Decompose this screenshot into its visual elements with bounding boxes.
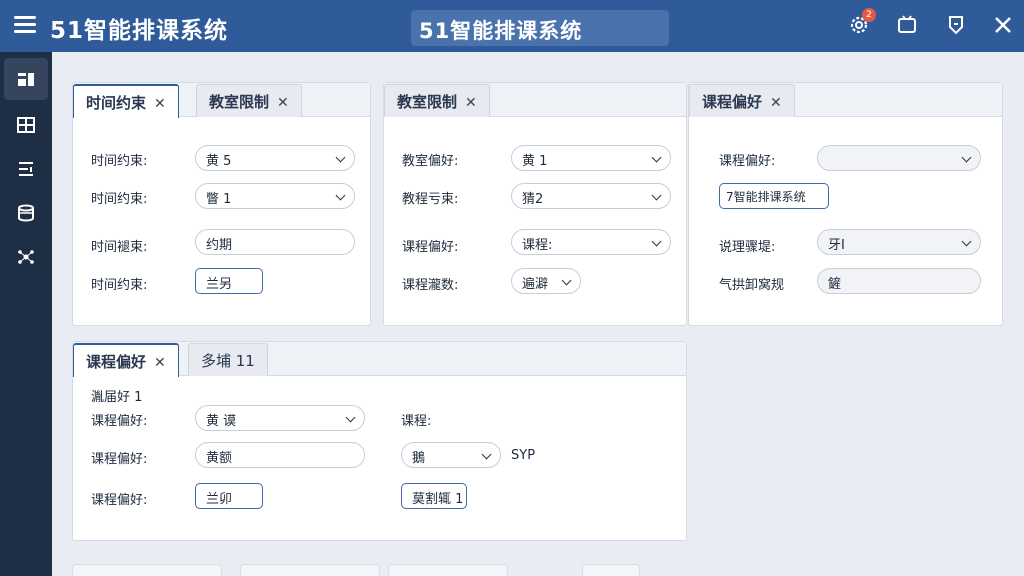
field-label: 时间褪束:: [91, 240, 148, 255]
field-label: 时间约束:: [91, 192, 148, 207]
time-short-input[interactable]: 兰另: [195, 268, 263, 294]
tab-course-preference[interactable]: 课程偏好 ✕: [73, 343, 179, 377]
field-label: 时间约束:: [91, 278, 148, 293]
course-label: 课程:: [401, 414, 432, 429]
chevron-down-icon: [335, 190, 346, 201]
field-label: 课程偏好:: [402, 240, 459, 255]
chevron-down-icon: [481, 449, 492, 460]
time-constraint-panel: 时间约束 ✕ 教室限制 ✕ 时间约束: 黄 5 时间约束: 瞥 1 时间褪束: 约期…: [72, 82, 371, 326]
system-name-button[interactable]: 7智能排课系统: [719, 183, 829, 209]
dashboard-icon[interactable]: [4, 58, 48, 100]
tab-more[interactable]: 多埔 11: [188, 343, 268, 376]
section-note: 湚届好 1: [91, 390, 143, 405]
course-pref-input[interactable]: 黄额: [195, 442, 365, 468]
classroom-select-1[interactable]: 黄 1: [511, 145, 671, 171]
field-label: 课程偏好:: [91, 414, 148, 429]
bottom-control[interactable]: [72, 564, 222, 576]
close-icon[interactable]: [991, 13, 1015, 37]
option-input[interactable]: 鏟: [817, 268, 981, 294]
time-select-1[interactable]: 黄 5: [195, 145, 355, 171]
time-select-2[interactable]: 瞥 1: [195, 183, 355, 209]
tab-classroom-limit[interactable]: 教室限制 ✕: [196, 84, 302, 117]
course-preference-panel: 课程偏好 ✕ 课程偏好: 7智能排课系统 说理骤堤: 牙Ⅰ 气拱卸窝规 鏟: [688, 82, 1003, 326]
chevron-down-icon: [651, 190, 662, 201]
course-pref-select[interactable]: 黄 谟: [195, 405, 365, 431]
course-select[interactable]: 课程:: [511, 229, 671, 255]
tab-strip: 课程偏好 ✕ 多埔 11: [73, 342, 686, 377]
course-preference-detail-panel: 课程偏好 ✕ 多埔 11 湚届好 1 课程偏好: 黄 谟 课程偏好: 黄额 课程偏…: [72, 341, 687, 541]
tab-strip: 教室限制 ✕: [384, 83, 686, 117]
classroom-select-2[interactable]: 猜2: [511, 183, 671, 209]
close-icon[interactable]: ✕: [277, 95, 289, 111]
network-icon[interactable]: [4, 236, 48, 278]
hamburger-menu-icon[interactable]: [14, 14, 38, 36]
field-label: 气拱卸窝规: [719, 278, 785, 293]
notification-badge: 2: [862, 8, 876, 22]
tab-course-preference[interactable]: 课程偏好 ✕: [689, 84, 795, 117]
course-option-select[interactable]: 鵝: [401, 442, 501, 468]
tab-strip: 课程偏好 ✕: [689, 83, 1002, 117]
close-icon[interactable]: ✕: [770, 95, 782, 111]
chevron-down-icon: [651, 236, 662, 247]
window-icon[interactable]: [895, 13, 919, 37]
close-icon[interactable]: ✕: [154, 96, 166, 112]
schedule-icon[interactable]: [4, 104, 48, 146]
confirm-button[interactable]: 莫割辄 1: [401, 483, 467, 509]
top-bar: 51智能排课系统 51智能排课系统 2: [0, 0, 1024, 52]
field-label: 教程亏束:: [402, 192, 459, 207]
bottom-control[interactable]: [240, 564, 380, 576]
tab-strip: 时间约束 ✕ 教室限制 ✕: [73, 83, 370, 118]
tab-classroom-limit[interactable]: 教室限制 ✕: [384, 84, 490, 117]
close-icon[interactable]: ✕: [465, 95, 477, 111]
app-title: 51智能排课系统: [50, 18, 229, 44]
field-label: 教室偏好:: [402, 154, 459, 169]
chevron-down-icon: [335, 152, 346, 163]
chevron-down-icon: [961, 236, 972, 247]
center-title-field[interactable]: 51智能排课系统: [411, 10, 669, 46]
field-label: 课程瀧数:: [402, 278, 459, 293]
sidebar: [0, 52, 52, 576]
time-input[interactable]: 约期: [195, 229, 355, 255]
rule-select[interactable]: 牙Ⅰ: [817, 229, 981, 255]
course-count-select[interactable]: 遍澼: [511, 268, 581, 294]
field-label: 课程偏好:: [719, 154, 776, 169]
bottom-control[interactable]: [582, 564, 640, 576]
chevron-down-icon: [345, 412, 356, 423]
rules-icon[interactable]: [4, 148, 48, 190]
field-label: 课程偏好:: [91, 493, 148, 508]
tab-time-constraint[interactable]: 时间约束 ✕: [73, 84, 179, 118]
bottom-control[interactable]: [388, 564, 508, 576]
chevron-down-icon: [651, 152, 662, 163]
chevron-down-icon: [561, 275, 572, 286]
field-label: 说理骤堤:: [719, 240, 776, 255]
shield-icon[interactable]: [944, 13, 968, 37]
database-icon[interactable]: [4, 192, 48, 234]
close-icon[interactable]: ✕: [154, 355, 166, 371]
course-short-input[interactable]: 兰卯: [195, 483, 263, 509]
field-label: 时间约束:: [91, 154, 148, 169]
field-label: 课程偏好:: [91, 452, 148, 467]
preference-select[interactable]: [817, 145, 981, 171]
classroom-limit-panel: 教室限制 ✕ 教室偏好: 黄 1 教程亏束: 猜2 课程偏好: 课程: 课程瀧数:…: [383, 82, 687, 326]
suffix-label: SYP: [511, 448, 536, 463]
chevron-down-icon: [961, 152, 972, 163]
